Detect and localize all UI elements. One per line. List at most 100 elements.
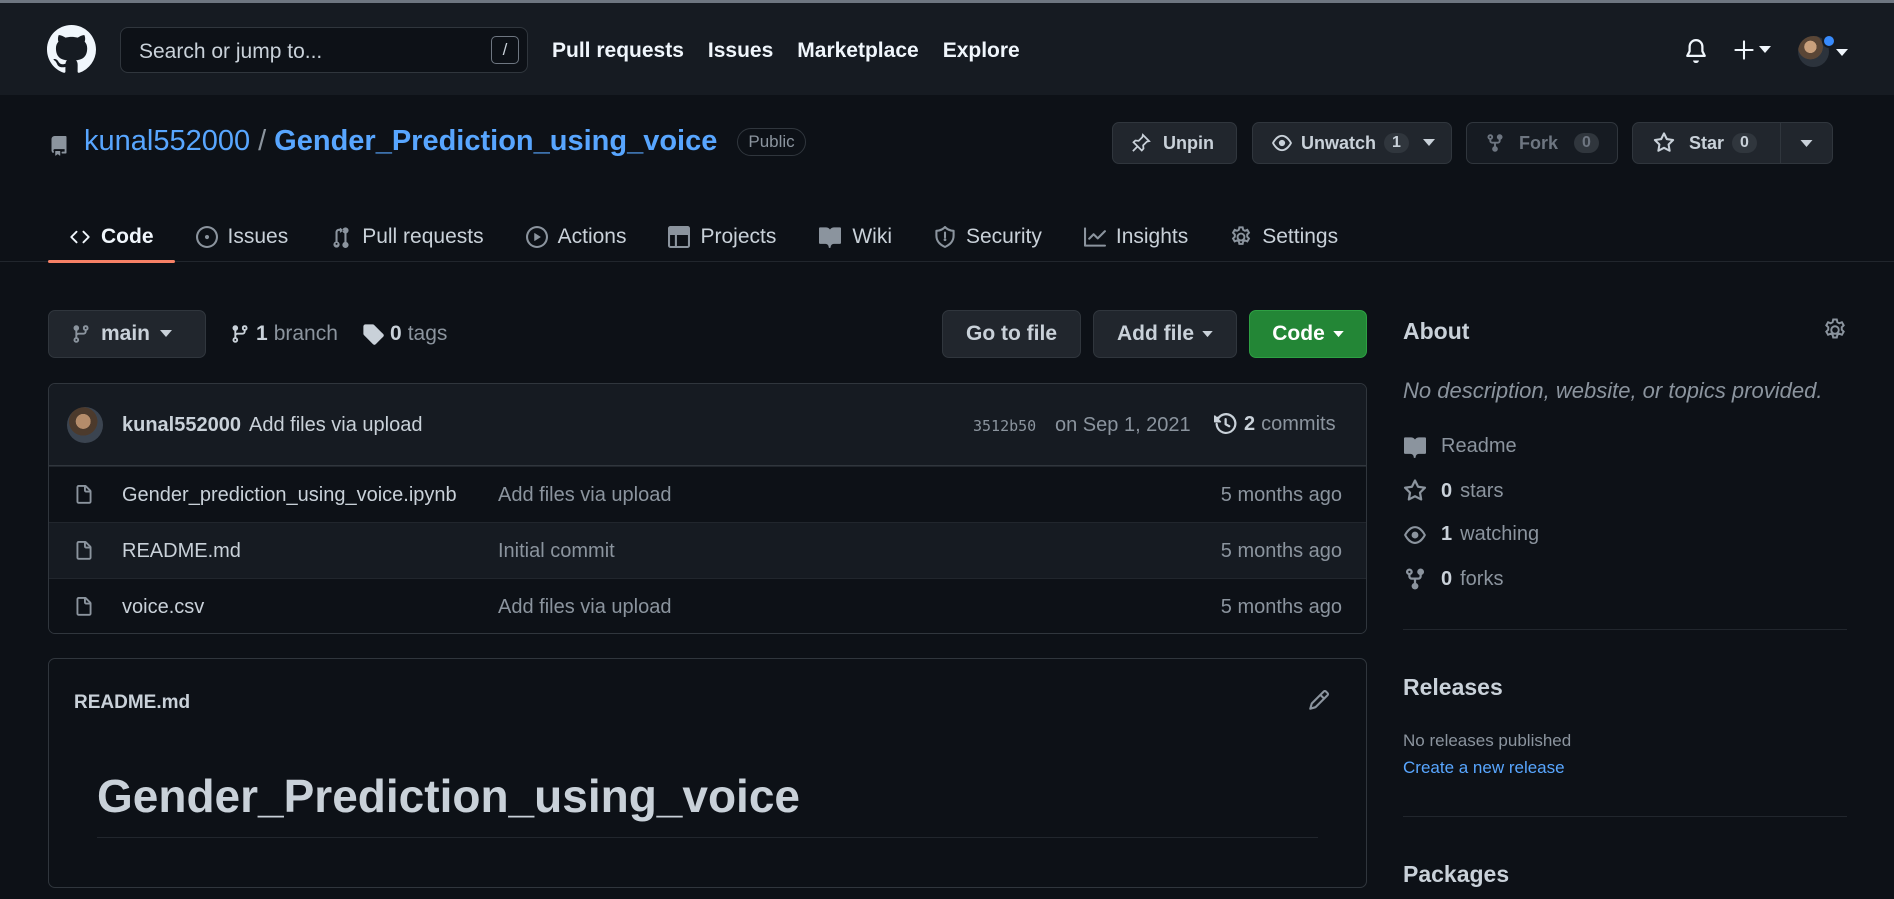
file-age: 5 months ago [1220, 540, 1342, 562]
eye-icon [1404, 525, 1426, 544]
gear-icon[interactable] [1823, 318, 1847, 342]
file-name-link[interactable]: README.md [122, 540, 241, 563]
book-icon [1404, 436, 1426, 458]
watchers-link[interactable]: 1 watching [1403, 523, 1539, 546]
repo-path-separator: / [258, 125, 267, 157]
tab-issues[interactable]: Issues [175, 212, 310, 262]
branch-icon [232, 325, 248, 343]
shield-icon [935, 226, 955, 248]
tab-security-label: Security [966, 225, 1042, 248]
avatar-caret-down-icon[interactable] [1836, 49, 1848, 57]
forks-label: forks [1460, 567, 1504, 590]
go-to-file-button[interactable]: Go to file [942, 310, 1081, 358]
graph-icon [1083, 227, 1106, 247]
file-row[interactable]: README.md Initial commit 5 months ago [49, 522, 1366, 578]
pencil-icon[interactable] [1308, 689, 1330, 711]
branch-count-label: branch [273, 322, 338, 345]
add-file-button[interactable]: Add file [1093, 310, 1237, 358]
file-age: 5 months ago [1220, 484, 1342, 506]
global-header: Search or jump to... / Pull requests Iss… [0, 3, 1894, 95]
nav-explore[interactable]: Explore [943, 39, 1020, 63]
star-list-caret-down-icon[interactable] [1800, 140, 1813, 148]
search-input[interactable]: Search or jump to... / [120, 27, 528, 73]
file-row[interactable]: Gender_prediction_using_voice.ipynb Add … [49, 466, 1366, 522]
tag-count: 0 [390, 322, 402, 345]
commit-sha[interactable]: 3512b50 [973, 417, 1036, 435]
commit-author[interactable]: kunal552000 [122, 414, 241, 437]
search-shortcut-key: / [491, 36, 519, 64]
file-icon [76, 541, 92, 560]
file-commit-message[interactable]: Initial commit [498, 540, 615, 563]
packages-heading[interactable]: Packages [1403, 861, 1509, 888]
tab-pull-requests[interactable]: Pull requests [309, 212, 504, 262]
repo-icon [51, 136, 67, 156]
branch-name: main [101, 322, 151, 345]
file-commit-message[interactable]: Add files via upload [498, 596, 671, 619]
tab-projects[interactable]: Projects [647, 212, 797, 262]
notifications-bell-icon[interactable] [1684, 39, 1708, 63]
commit-date: on Sep 1, 2021 [1055, 414, 1191, 436]
commit-author-avatar[interactable] [67, 407, 103, 443]
tab-code[interactable]: Code [48, 212, 175, 263]
repo-owner-link[interactable]: kunal552000 [84, 125, 250, 158]
releases-heading[interactable]: Releases [1403, 674, 1503, 701]
tab-wiki[interactable]: Wiki [797, 212, 913, 262]
notification-dot [1822, 34, 1836, 48]
file-icon [76, 597, 92, 616]
branches-link[interactable]: 1 branch [230, 322, 338, 346]
nav-issues[interactable]: Issues [708, 39, 773, 63]
branch-icon [73, 325, 89, 343]
forks-count: 0 [1441, 567, 1453, 590]
file-icon [76, 485, 92, 504]
pin-icon [1132, 133, 1151, 152]
repo-title: kunal552000 / Gender_Prediction_using_vo… [84, 125, 806, 158]
file-commit-message[interactable]: Add files via upload [498, 484, 671, 507]
watching-count: 1 [1441, 523, 1453, 545]
repo-tabs: Code Issues Pull requests Actions Projec… [48, 212, 1359, 263]
book-icon [819, 227, 842, 248]
fork-button[interactable]: Fork 0 [1466, 122, 1618, 164]
commit-count-label: commits [1261, 412, 1336, 435]
caret-down-icon [1333, 330, 1344, 337]
file-row[interactable]: voice.csv Add files via upload 5 months … [49, 578, 1366, 633]
commit-message[interactable]: Add files via upload [249, 414, 422, 437]
file-browser: kunal552000 Add files via upload 3512b50… [48, 383, 1367, 634]
go-to-file-label: Go to file [966, 322, 1057, 345]
gear-icon [1232, 226, 1251, 245]
add-file-label: Add file [1117, 322, 1194, 345]
readme-link[interactable]: Readme [1403, 435, 1517, 458]
repository-header: kunal552000 / Gender_Prediction_using_vo… [0, 95, 1894, 263]
tab-security[interactable]: Security [913, 212, 1063, 262]
nav-marketplace[interactable]: Marketplace [797, 39, 918, 63]
history-icon [1214, 412, 1237, 434]
github-logo-icon[interactable] [47, 25, 96, 74]
file-name-link[interactable]: Gender_prediction_using_voice.ipynb [122, 484, 457, 507]
star-label: Star [1689, 132, 1725, 153]
nav-pull-requests[interactable]: Pull requests [552, 39, 684, 63]
tab-settings[interactable]: Settings [1209, 212, 1359, 262]
code-download-button[interactable]: Code [1249, 310, 1367, 358]
tags-link[interactable]: 0 tags [362, 322, 447, 346]
readme-panel: README.md Gender_Prediction_using_voice [48, 658, 1367, 888]
stars-label: stars [1460, 479, 1504, 502]
create-release-link[interactable]: Create a new release [1403, 758, 1565, 778]
tab-insights[interactable]: Insights [1063, 212, 1209, 262]
unpin-button[interactable]: Unpin [1112, 122, 1237, 164]
sidebar-divider [1403, 629, 1847, 630]
repo-name-link[interactable]: Gender_Prediction_using_voice [274, 125, 717, 158]
forks-link[interactable]: 0 forks [1403, 567, 1503, 591]
star-count: 0 [1732, 133, 1757, 153]
unwatch-button[interactable]: Unwatch 1 [1252, 122, 1452, 164]
branch-select-button[interactable]: main [48, 310, 206, 358]
tab-actions[interactable]: Actions [505, 212, 648, 262]
create-new-menu[interactable] [1733, 39, 1771, 61]
no-releases-text: No releases published [1403, 731, 1572, 750]
stars-link[interactable]: 0 stars [1403, 479, 1503, 503]
commit-history-link[interactable]: 2 commits [1214, 412, 1336, 436]
file-name-link[interactable]: voice.csv [122, 596, 204, 619]
unpin-label: Unpin [1163, 132, 1214, 153]
tab-insights-label: Insights [1115, 225, 1189, 248]
tab-settings-label: Settings [1262, 225, 1339, 248]
fork-icon [1406, 568, 1424, 590]
code-icon [70, 230, 90, 244]
